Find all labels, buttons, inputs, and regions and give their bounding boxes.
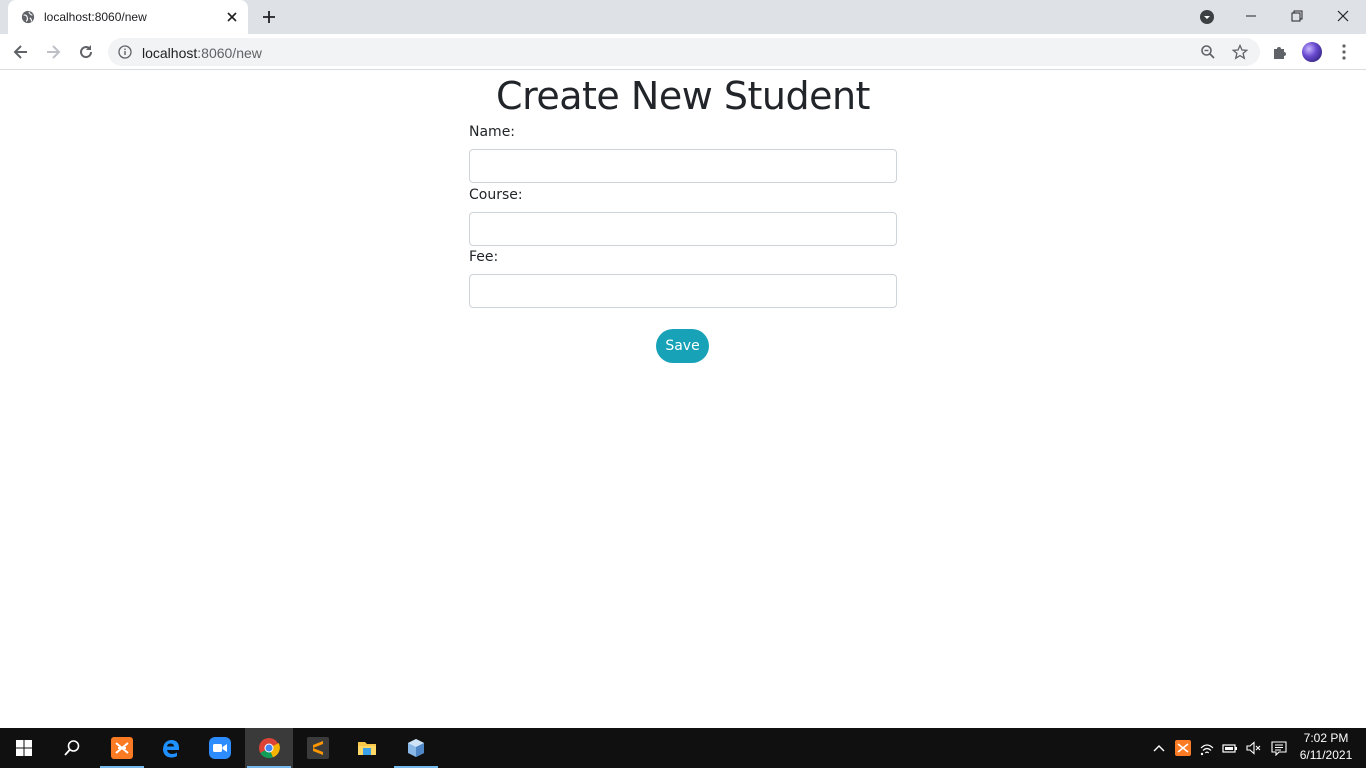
new-tab-icon[interactable]: [261, 9, 277, 25]
course-input[interactable]: [469, 212, 897, 246]
taskbar-search-button[interactable]: [48, 728, 96, 768]
url-text: localhost:8060/new: [142, 45, 262, 61]
taskbar-app-virtualbox[interactable]: [392, 728, 440, 768]
name-label: Name:: [469, 124, 516, 140]
tab-strip: localhost:8060/new: [0, 0, 1366, 34]
taskbar-app-chrome[interactable]: [245, 728, 293, 768]
windows-taskbar: 7:02 PM 6/11/2021: [0, 728, 1366, 768]
clock-time: 7:02 PM: [1303, 731, 1349, 745]
taskbar-app-xampp[interactable]: [98, 728, 146, 768]
browser-toolbar: localhost:8060/new: [0, 34, 1366, 70]
search-icon: [64, 740, 80, 756]
extensions-puzzle-icon[interactable]: [1270, 42, 1290, 62]
back-icon[interactable]: [11, 42, 31, 62]
chrome-icon: [259, 738, 280, 759]
forward-icon[interactable]: [43, 42, 63, 62]
clock-date: 6/11/2021: [1299, 748, 1353, 762]
xampp-icon: [111, 737, 133, 759]
windows-start-icon: [16, 740, 32, 756]
volume-muted-icon[interactable]: [1245, 740, 1261, 756]
taskbar-app-edge[interactable]: [147, 728, 195, 768]
taskbar-app-sublime[interactable]: [294, 728, 342, 768]
bookmark-star-icon[interactable]: [1232, 44, 1248, 60]
minimize-icon[interactable]: [1243, 8, 1259, 24]
save-button[interactable]: Save: [656, 329, 709, 363]
taskbar-app-file-explorer[interactable]: [343, 728, 391, 768]
reload-icon[interactable]: [76, 42, 96, 62]
edge-icon: [163, 740, 179, 758]
zoom-icon[interactable]: [1200, 44, 1216, 60]
system-clock[interactable]: 7:02 PM 6/11/2021: [1290, 730, 1362, 764]
name-input[interactable]: [469, 149, 897, 183]
tab-title: localhost:8060/new: [44, 10, 147, 24]
browser-tab[interactable]: localhost:8060/new: [8, 0, 248, 34]
profile-avatar[interactable]: [1302, 42, 1322, 62]
tab-search-icon[interactable]: [1199, 9, 1215, 25]
network-icon[interactable]: [1199, 740, 1215, 756]
start-button[interactable]: [0, 728, 48, 768]
globe-icon: [21, 10, 35, 24]
battery-icon[interactable]: [1222, 740, 1238, 756]
info-icon[interactable]: [118, 45, 132, 59]
sublime-text-icon: [307, 737, 329, 759]
taskbar-app-zoom[interactable]: [196, 728, 244, 768]
show-hidden-icons-chevron-icon[interactable]: [1151, 740, 1167, 756]
menu-kebab-icon[interactable]: [1334, 42, 1354, 62]
virtualbox-icon: [408, 739, 424, 757]
url-host: localhost: [142, 45, 198, 61]
address-bar[interactable]: localhost:8060/new: [108, 38, 1260, 66]
zoom-icon: [209, 737, 231, 759]
close-window-icon[interactable]: [1335, 8, 1351, 24]
url-path: :8060/new: [197, 45, 262, 61]
page-content: Create New Student Name: Course: Fee: Sa…: [0, 71, 1366, 728]
fee-input[interactable]: [469, 274, 897, 308]
fee-label: Fee:: [469, 249, 499, 265]
file-explorer-icon: [358, 742, 376, 755]
restore-icon[interactable]: [1289, 8, 1305, 24]
course-label: Course:: [469, 187, 523, 203]
xampp-tray-icon[interactable]: [1175, 740, 1191, 756]
page-title: Create New Student: [496, 74, 870, 118]
close-tab-icon[interactable]: [224, 9, 240, 25]
notifications-icon[interactable]: [1271, 740, 1287, 756]
